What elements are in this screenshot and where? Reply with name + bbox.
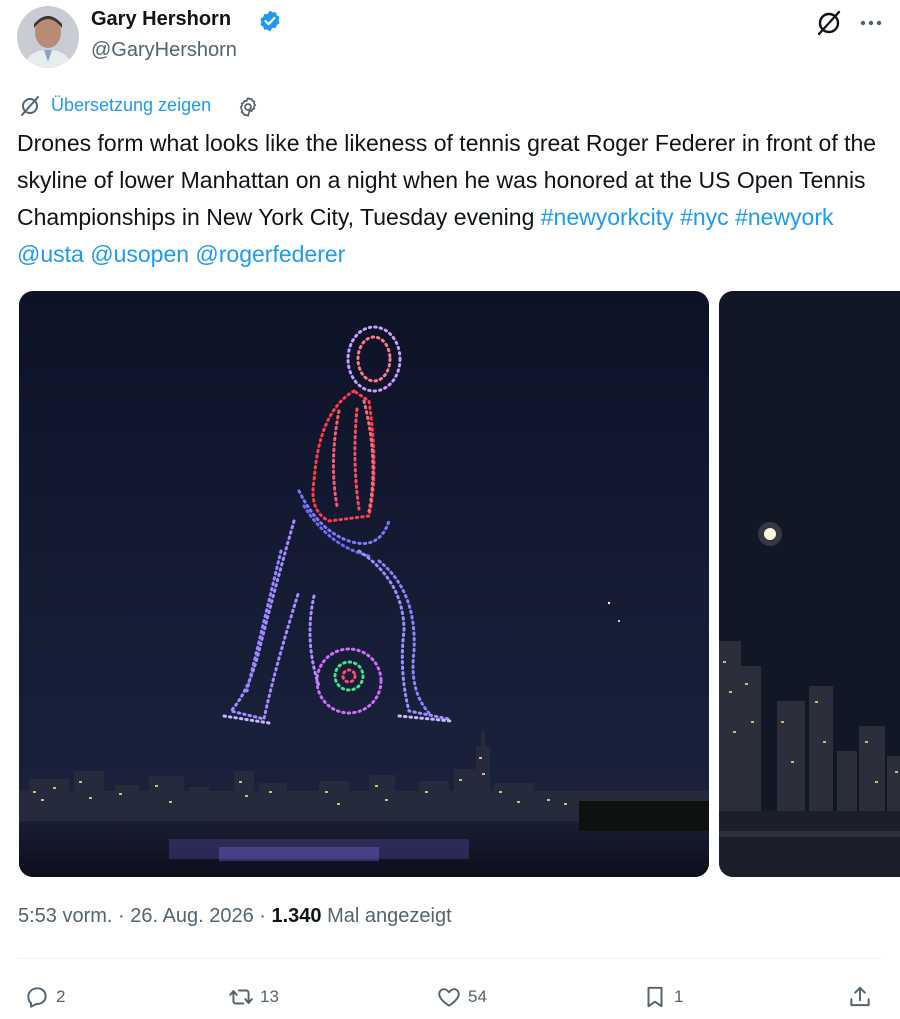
- mention-link[interactable]: @usta: [17, 241, 84, 267]
- reply-icon: [27, 987, 47, 1008]
- separator: ·: [112, 905, 131, 927]
- share-button[interactable]: [847, 982, 879, 1012]
- mention-link[interactable]: @rogerfederer: [195, 241, 345, 267]
- bookmark-count: 1: [674, 987, 684, 1006]
- grok-icon[interactable]: [814, 8, 844, 38]
- like-icon: [438, 988, 460, 1007]
- like-count: 54: [468, 987, 487, 1006]
- tweet-meta: 5:53 vorm. · 26. Aug. 2026 · 1.340 Mal a…: [18, 905, 452, 928]
- repost-count: 13: [260, 987, 279, 1006]
- reply-count: 2: [56, 987, 66, 1006]
- avatar[interactable]: [17, 6, 79, 68]
- tweet-photo-1[interactable]: [19, 291, 709, 877]
- tweet-date[interactable]: 26. Aug. 2026: [130, 905, 253, 927]
- translate-icon: [18, 94, 42, 118]
- hashtag-link[interactable]: #nyc: [680, 204, 729, 230]
- bookmark-button[interactable]: 1: [642, 982, 683, 1012]
- hashtag-link[interactable]: #newyork: [735, 204, 833, 230]
- tweet-time[interactable]: 5:53 vorm.: [18, 905, 112, 927]
- mention-link[interactable]: @usopen: [90, 241, 189, 267]
- more-icon[interactable]: [856, 8, 886, 38]
- hashtag-link[interactable]: #newyorkcity: [541, 204, 674, 230]
- author-name[interactable]: Gary Hershorn: [91, 8, 231, 31]
- views-count: 1.340: [271, 905, 322, 927]
- share-icon: [850, 986, 870, 1007]
- reply-button[interactable]: 2: [24, 982, 65, 1012]
- author-handle[interactable]: @GaryHershorn: [91, 39, 237, 62]
- views-label: Mal angezeigt: [327, 905, 452, 927]
- verified-badge-icon: [258, 9, 282, 33]
- tweet-text: Drones form what looks like the likeness…: [17, 125, 887, 273]
- show-translation-link[interactable]: Übersetzung zeigen: [51, 95, 211, 116]
- repost-icon: [229, 989, 253, 1005]
- like-button[interactable]: 54: [436, 982, 487, 1012]
- bookmark-icon: [647, 986, 663, 1008]
- divider: [18, 958, 882, 959]
- repost-button[interactable]: 13: [228, 982, 279, 1012]
- settings-gear-icon[interactable]: [236, 95, 260, 119]
- separator: ·: [253, 905, 272, 927]
- tweet-photo-2[interactable]: [719, 291, 900, 877]
